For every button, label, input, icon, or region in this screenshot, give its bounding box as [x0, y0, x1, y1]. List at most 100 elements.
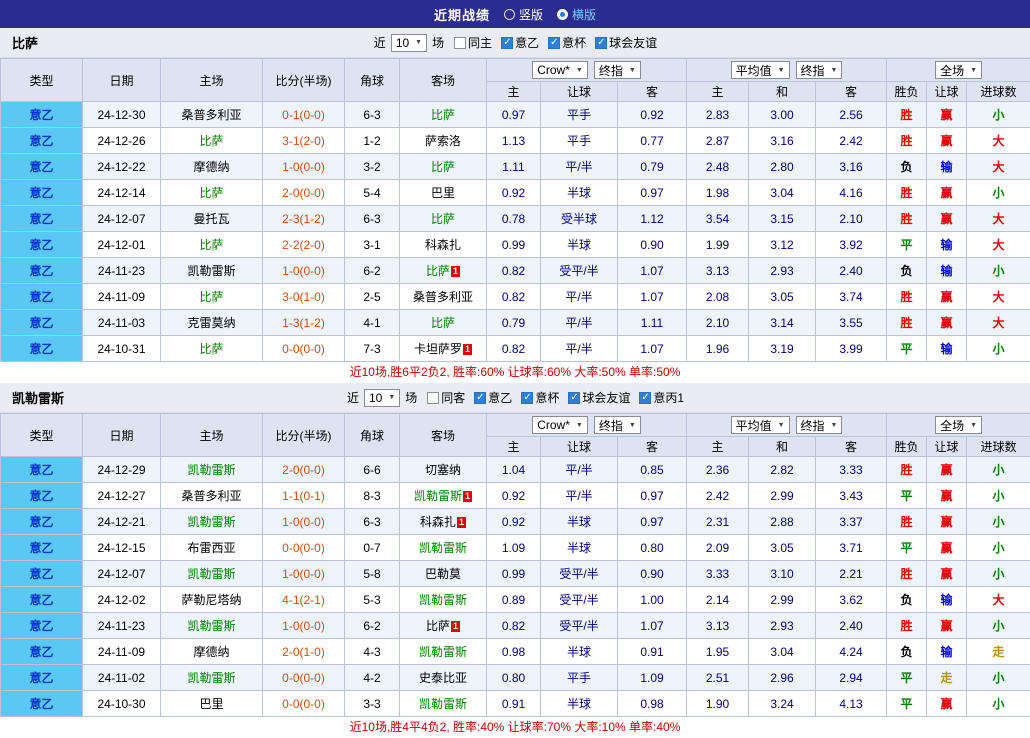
layout-option-horizontal[interactable]: 横版 [557, 6, 596, 23]
checkbox-checked-icon[interactable] [474, 392, 486, 404]
average-select[interactable]: 平均值 [731, 61, 790, 79]
handicap-away-odds-cell: 1.12 [618, 206, 687, 232]
home-team-cell: 摩德纳 [161, 154, 263, 180]
result-goals-cell: 大 [967, 128, 1030, 154]
home-team-cell: 巴里 [161, 691, 263, 717]
filter-checkbox-4[interactable]: 球会友谊 [568, 389, 630, 406]
avg-home-odds-cell: 1.95 [687, 639, 749, 665]
result-goals-cell: 小 [967, 535, 1030, 561]
team-name-text: 凯勒雷斯 [187, 463, 235, 477]
column-header-3: 主场 [161, 59, 263, 102]
match-count-select[interactable]: 10 [364, 389, 400, 407]
handicap-line-cell: 平/半 [541, 154, 618, 180]
subcolumn-header-3: 客 [618, 437, 687, 457]
corner-cell: 8-3 [345, 483, 400, 509]
filter-checkbox-2[interactable]: 意乙 [501, 34, 539, 51]
subcolumn-header-1: 主 [487, 82, 541, 102]
team-name: 比萨 [12, 33, 38, 52]
radio-checked-icon[interactable] [557, 9, 568, 20]
corner-cell: 3-2 [345, 154, 400, 180]
filter-checkbox-5[interactable]: 意丙1 [639, 389, 684, 406]
subcolumn-header-2: 让球 [541, 82, 618, 102]
league-type-cell: 意乙 [1, 232, 83, 258]
avg-stage-select[interactable]: 终指 [796, 61, 843, 79]
team-name-text: 巴里 [199, 697, 223, 711]
avg-stage-select[interactable]: 终指 [796, 416, 843, 434]
corner-cell: 0-7 [345, 535, 400, 561]
avg-draw-odds-cell: 2.93 [749, 613, 816, 639]
handicap-home-odds-cell: 1.04 [487, 457, 541, 483]
match-row: 意乙24-10-31比萨0-0(0-0)7-3卡坦萨罗10.82平/半1.071… [1, 336, 1030, 362]
column-header-1: 类型 [1, 59, 83, 102]
column-header-1: 类型 [1, 414, 83, 457]
home-team-cell: 萨勒尼塔纳 [161, 587, 263, 613]
handicap-away-odds-cell: 0.79 [618, 154, 687, 180]
corner-cell: 6-3 [345, 206, 400, 232]
handicap-away-odds-cell: 0.97 [618, 509, 687, 535]
result-outcome-cell: 平 [887, 535, 927, 561]
checkbox-checked-icon[interactable] [521, 392, 533, 404]
filter-checkbox-3[interactable]: 意杯 [548, 34, 586, 51]
scope-select[interactable]: 全场 [935, 61, 982, 79]
match-row: 意乙24-11-23凯勒雷斯1-0(0-0)6-2比萨10.82受平/半1.07… [1, 258, 1030, 284]
odds-stage-select[interactable]: 终指 [594, 416, 641, 434]
match-count-select[interactable]: 10 [391, 34, 427, 52]
avg-home-odds-cell: 1.90 [687, 691, 749, 717]
checkbox-unchecked-icon[interactable] [454, 37, 466, 49]
handicap-away-odds-cell: 0.91 [618, 639, 687, 665]
team-name-text: 萨勒尼塔纳 [181, 593, 241, 607]
home-team-cell: 比萨 [161, 284, 263, 310]
layout-option-horizontal-label: 横版 [572, 6, 596, 23]
team-name-text: 凯勒雷斯 [419, 645, 467, 659]
bookmaker-select[interactable]: Crow* [532, 416, 588, 434]
column-header-4: 比分(半场) [263, 59, 345, 102]
result-handicap-cell: 走 [927, 665, 967, 691]
radio-unchecked-icon[interactable] [504, 9, 515, 20]
filter-checkbox-2[interactable]: 意乙 [474, 389, 512, 406]
checkbox-checked-icon[interactable] [595, 37, 607, 49]
scope-select[interactable]: 全场 [935, 416, 982, 434]
result-handicap-cell: 输 [927, 154, 967, 180]
filter-checkbox-label: 同客 [441, 389, 465, 406]
summary-text: 近10场,胜4平4负2, 胜率:40% 让球率:70% 大率:10% 单率:40… [0, 717, 1030, 738]
filter-checkbox-4[interactable]: 球会友谊 [595, 34, 657, 51]
result-outcome-cell: 胜 [887, 310, 927, 336]
league-type-cell: 意乙 [1, 310, 83, 336]
avg-home-odds-cell: 1.99 [687, 232, 749, 258]
avg-away-odds-cell: 2.21 [816, 561, 887, 587]
filter-checkbox-1[interactable]: 同客 [427, 389, 465, 406]
average-select[interactable]: 平均值 [731, 416, 790, 434]
filter-checkbox-label: 意丙1 [653, 389, 684, 406]
filter-checkbox-3[interactable]: 意杯 [521, 389, 559, 406]
away-team-cell: 卡坦萨罗1 [400, 336, 487, 362]
checkbox-checked-icon[interactable] [501, 37, 513, 49]
summary-text: 近10场,胜6平2负2, 胜率:60% 让球率:60% 大率:50% 单率:50… [0, 362, 1030, 383]
bookmaker-select[interactable]: Crow* [532, 61, 588, 79]
league-type-cell: 意乙 [1, 206, 83, 232]
handicap-home-odds-cell: 0.98 [487, 639, 541, 665]
avg-home-odds-cell: 2.87 [687, 128, 749, 154]
corner-cell: 6-6 [345, 457, 400, 483]
checkbox-checked-icon[interactable] [548, 37, 560, 49]
handicap-line-cell: 半球 [541, 180, 618, 206]
score-cell: 1-0(0-0) [263, 561, 345, 587]
handicap-away-odds-cell: 0.92 [618, 102, 687, 128]
checkbox-unchecked-icon[interactable] [427, 392, 439, 404]
red-card-badge: 1 [451, 266, 460, 277]
team-name-text: 摩德纳 [193, 645, 229, 659]
filter-checkbox-1[interactable]: 同主 [454, 34, 492, 51]
avg-away-odds-cell: 2.56 [816, 102, 887, 128]
odds-stage-select[interactable]: 终指 [594, 61, 641, 79]
result-goals-cell: 小 [967, 457, 1030, 483]
corner-cell: 4-1 [345, 310, 400, 336]
checkbox-checked-icon[interactable] [639, 392, 651, 404]
checkbox-checked-icon[interactable] [568, 392, 580, 404]
layout-option-vertical[interactable]: 竖版 [504, 6, 543, 23]
team-name-text: 凯勒雷斯 [419, 541, 467, 555]
result-outcome-cell: 平 [887, 336, 927, 362]
select-wrapper: 平均值终指 [687, 61, 886, 79]
away-team-cell: 凯勒雷斯 [400, 639, 487, 665]
away-team-cell: 比萨 [400, 102, 487, 128]
handicap-line-cell: 平手 [541, 665, 618, 691]
handicap-home-odds-cell: 0.92 [487, 180, 541, 206]
